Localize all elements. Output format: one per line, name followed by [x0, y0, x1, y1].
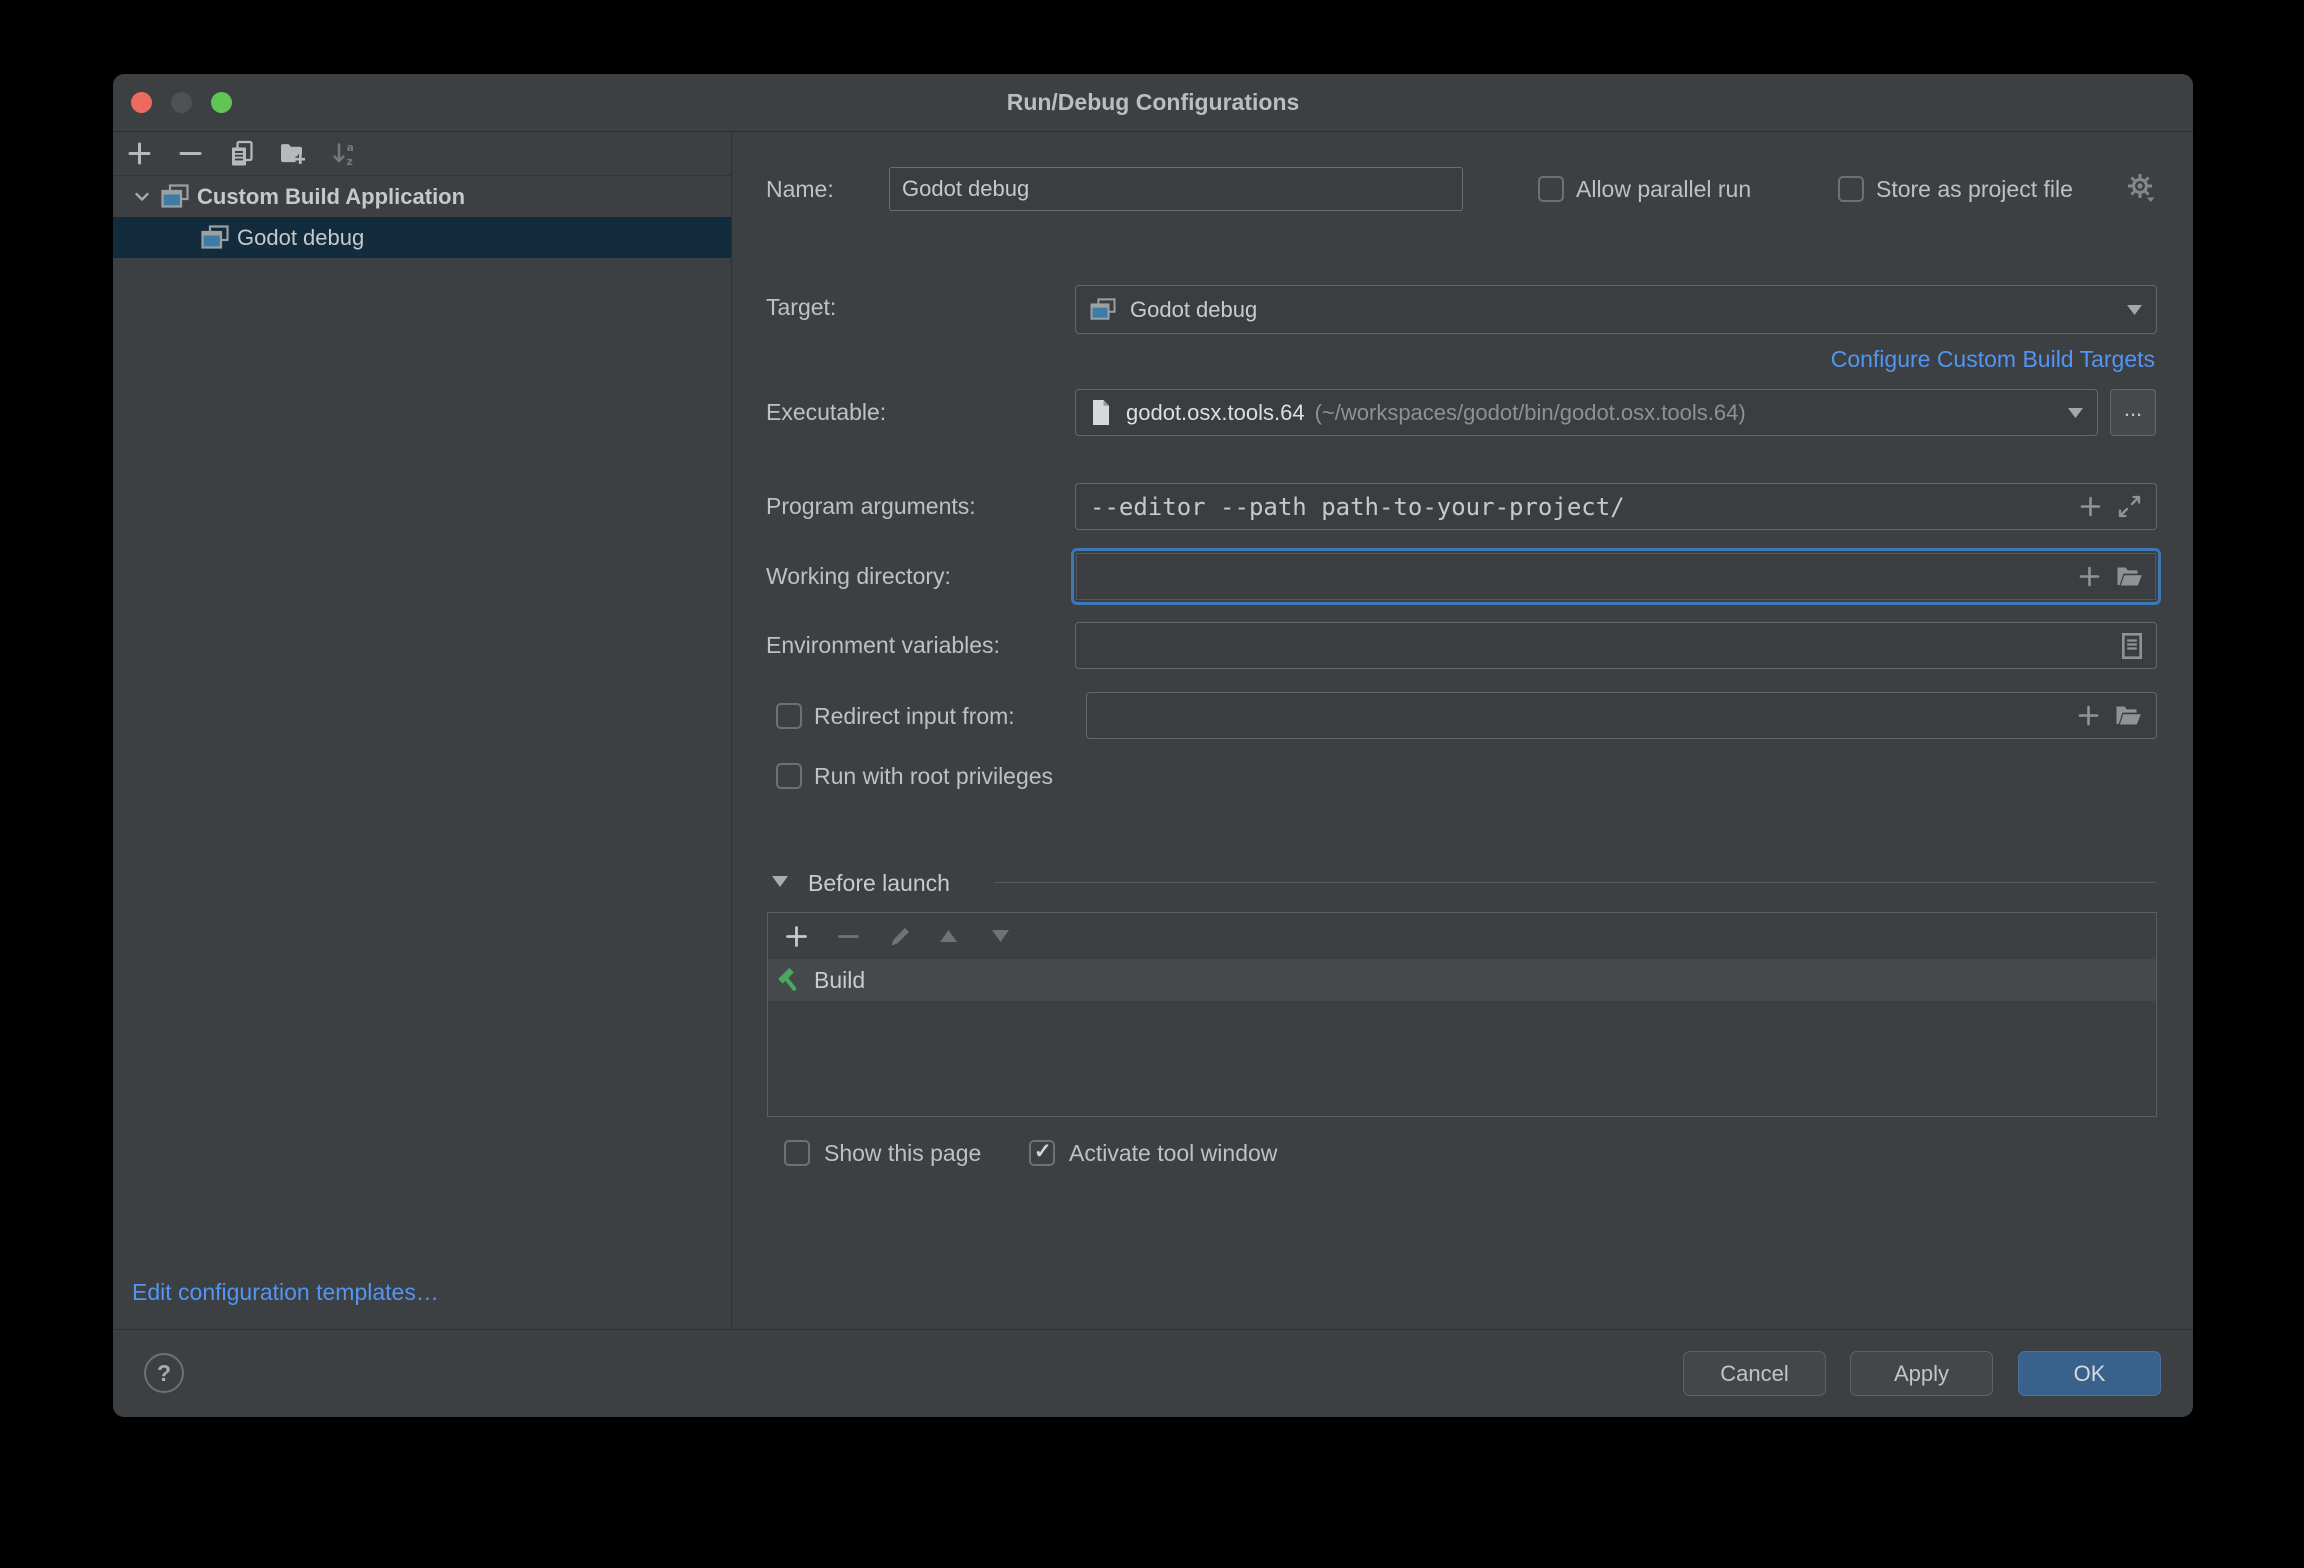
dropdown-arrow-icon[interactable]: [2127, 305, 2142, 315]
gear-icon[interactable]: [2126, 172, 2158, 204]
name-input[interactable]: [889, 167, 1463, 211]
redirect-input-checkbox[interactable]: [776, 703, 802, 729]
configuration-form: Name: Allow parallel run Store as projec…: [732, 132, 2193, 1330]
application-icon: [161, 184, 189, 209]
run-debug-configurations-dialog: Run/Debug Configurations az: [113, 74, 2193, 1417]
add-macro-icon[interactable]: [2077, 564, 2102, 589]
program-arguments-field[interactable]: --editor --path path-to-your-project/: [1075, 483, 2157, 530]
program-arguments-label: Program arguments:: [766, 491, 976, 521]
move-up-icon[interactable]: [940, 924, 965, 949]
edit-configuration-templates-link[interactable]: Edit configuration templates…: [132, 1279, 439, 1306]
store-as-project-file-checkbox[interactable]: [1838, 176, 1864, 202]
tree-item-godot-debug[interactable]: Godot debug: [113, 217, 731, 258]
remove-task-icon[interactable]: [836, 924, 861, 949]
add-macro-icon[interactable]: [2076, 703, 2101, 728]
cancel-button[interactable]: Cancel: [1683, 1351, 1826, 1396]
chevron-down-icon[interactable]: [131, 186, 153, 208]
open-folder-icon[interactable]: [2116, 565, 2143, 588]
before-launch-task-build[interactable]: Build: [768, 959, 2156, 1001]
new-folder-icon[interactable]: [279, 140, 306, 167]
desktop: Run/Debug Configurations az: [0, 0, 2304, 1568]
working-directory-label: Working directory:: [766, 561, 951, 591]
root-privileges-checkbox[interactable]: [776, 763, 802, 789]
before-launch-label: Before launch: [808, 868, 950, 898]
ok-button[interactable]: OK: [2018, 1351, 2161, 1396]
svg-text:z: z: [347, 155, 353, 168]
name-label: Name:: [766, 174, 834, 204]
allow-parallel-run-label: Allow parallel run: [1576, 174, 1751, 204]
show-this-page-label: Show this page: [824, 1138, 981, 1168]
configurations-sidebar: az Custom Build Application: [113, 132, 732, 1330]
add-task-icon[interactable]: [784, 924, 809, 949]
executable-label: Executable:: [766, 397, 886, 427]
configurations-tree: Custom Build Application Godot debug: [113, 176, 731, 258]
activate-tool-window-label: Activate tool window: [1069, 1138, 1277, 1168]
application-icon: [1090, 298, 1116, 321]
activate-tool-window-checkbox[interactable]: [1029, 1140, 1055, 1166]
copy-configuration-icon[interactable]: [228, 140, 255, 167]
application-icon: [201, 225, 229, 250]
collapse-section-icon[interactable]: [772, 876, 788, 887]
open-folder-icon[interactable]: [2115, 704, 2142, 727]
add-configuration-icon[interactable]: [126, 140, 153, 167]
before-launch-box: Build: [767, 912, 2157, 1117]
environment-variables-field[interactable]: [1075, 622, 2157, 669]
titlebar[interactable]: Run/Debug Configurations: [113, 74, 2193, 132]
expand-field-icon[interactable]: [2117, 494, 2142, 519]
help-button[interactable]: ?: [144, 1353, 184, 1393]
close-button[interactable]: [131, 92, 152, 113]
tree-group-label: Custom Build Application: [197, 184, 465, 210]
redirect-input-field[interactable]: [1086, 692, 2157, 739]
show-this-page-checkbox[interactable]: [784, 1140, 810, 1166]
executable-dropdown[interactable]: godot.osx.tools.64 (~/workspaces/godot/b…: [1075, 389, 2098, 436]
working-directory-field[interactable]: [1071, 548, 2161, 605]
apply-button[interactable]: Apply: [1850, 1351, 1993, 1396]
dialog-footer: ? Cancel Apply OK: [113, 1329, 2193, 1417]
configure-custom-build-targets-link[interactable]: Configure Custom Build Targets: [1831, 346, 2155, 373]
hammer-icon: [777, 966, 805, 994]
executable-value: godot.osx.tools.64: [1126, 400, 1305, 426]
dropdown-arrow-icon[interactable]: [2068, 408, 2083, 418]
redirect-input-label: Redirect input from:: [814, 701, 1015, 731]
target-value: Godot debug: [1130, 297, 1257, 323]
svg-text:a: a: [347, 141, 354, 154]
environment-variables-label: Environment variables:: [766, 630, 1000, 660]
remove-configuration-icon[interactable]: [177, 140, 204, 167]
executable-path: (~/workspaces/godot/bin/godot.osx.tools.…: [1315, 400, 1746, 426]
target-label: Target:: [766, 292, 836, 322]
allow-parallel-run-checkbox[interactable]: [1538, 176, 1564, 202]
root-privileges-label: Run with root privileges: [814, 761, 1053, 791]
dialog-title: Run/Debug Configurations: [113, 74, 2193, 131]
move-down-icon[interactable]: [992, 924, 1017, 949]
program-arguments-value: --editor --path path-to-your-project/: [1090, 493, 1625, 521]
minimize-button[interactable]: [171, 92, 192, 113]
before-launch-toolbar: [768, 913, 2156, 959]
task-name: Build: [814, 967, 865, 994]
section-divider: [994, 882, 2156, 883]
tree-item-label: Godot debug: [237, 225, 364, 251]
tree-group-custom-build-application[interactable]: Custom Build Application: [113, 176, 731, 217]
list-icon[interactable]: [2122, 633, 2142, 659]
add-macro-icon[interactable]: [2078, 494, 2103, 519]
zoom-button[interactable]: [211, 92, 232, 113]
edit-task-icon[interactable]: [888, 924, 913, 949]
dialog-body: az Custom Build Application: [113, 132, 2193, 1330]
target-dropdown[interactable]: Godot debug: [1075, 285, 2157, 334]
sort-configurations-icon[interactable]: az: [330, 140, 357, 167]
store-as-project-file-label: Store as project file: [1876, 174, 2073, 204]
file-icon: [1090, 399, 1112, 426]
sidebar-toolbar: az: [113, 132, 731, 176]
browse-executable-button[interactable]: ...: [2110, 389, 2156, 436]
